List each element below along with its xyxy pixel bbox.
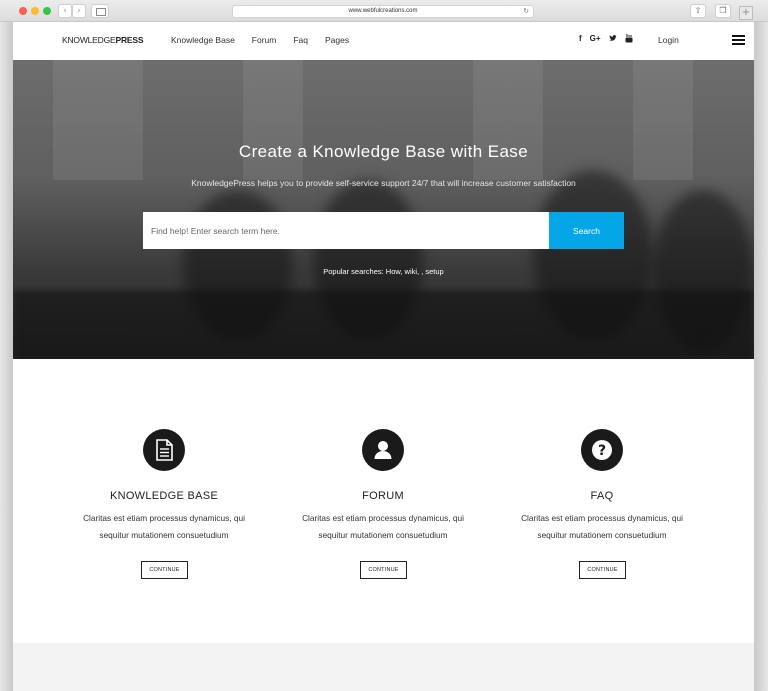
logo-text-bold: PRESS (115, 35, 144, 45)
hero-section: Create a Knowledge Base with Ease Knowle… (13, 60, 754, 359)
main-nav: Knowledge Base Forum Faq Pages (171, 35, 349, 45)
google-plus-icon[interactable]: G+ (590, 34, 601, 45)
feature-description-line: Claritas est etiam processus dynamicus, … (302, 513, 464, 523)
tabs-overview-icon[interactable]: ❐ (715, 4, 731, 18)
popular-searches: Popular searches: How, wiki, , setup (323, 267, 444, 276)
minimize-window-button[interactable] (31, 7, 39, 15)
sidebar-toggle-icon[interactable] (91, 4, 109, 18)
forward-icon[interactable]: › (72, 4, 86, 18)
user-icon (362, 429, 404, 471)
feature-title: KNOWLEDGE BASE (109, 490, 219, 502)
web-page: KNOWLEDGEPRESS Knowledge Base Forum Faq … (13, 22, 754, 691)
nav-item-knowledge-base[interactable]: Knowledge Base (171, 35, 235, 45)
feature-title: FAQ (590, 490, 614, 502)
continue-button[interactable]: CONTINUE (141, 561, 188, 579)
window-shadow-left (0, 22, 13, 691)
background-table (13, 290, 754, 359)
question-icon: ? (581, 429, 623, 471)
hero-subtitle: KnowledgePress helps you to provide self… (191, 178, 576, 188)
feature-description-line: sequitur mutationem consuetudium (99, 530, 229, 540)
address-bar-url: www.webfulcreations.com (348, 8, 418, 14)
features-section: KNOWLEDGE BASE Claritas est etiam proces… (13, 359, 754, 643)
feature-description: Claritas est etiam processus dynamicus, … (497, 510, 707, 544)
feature-description-line: Claritas est etiam processus dynamicus, … (521, 513, 683, 523)
feature-title: FORUM (362, 490, 404, 502)
background-window (53, 60, 143, 180)
background-window (633, 60, 693, 180)
share-icon[interactable]: ⇧ (690, 4, 706, 18)
browser-toolbar: ‹ › www.webfulcreations.com ↻ ⇧ ❐ + (0, 0, 768, 22)
site-header: KNOWLEDGEPRESS Knowledge Base Forum Faq … (13, 22, 754, 60)
social-links: f G+ (579, 34, 633, 45)
login-link[interactable]: Login (658, 35, 679, 45)
logo-text-light: KNOWLEDGE (62, 35, 116, 45)
feature-description-line: Claritas est etiam processus dynamicus, … (83, 513, 245, 523)
twitter-icon[interactable] (608, 34, 617, 45)
continue-button[interactable]: CONTINUE (579, 561, 626, 579)
document-icon (143, 429, 185, 471)
nav-item-forum[interactable]: Forum (252, 35, 277, 45)
site-logo[interactable]: KNOWLEDGEPRESS (62, 35, 143, 45)
feature-description: Claritas est etiam processus dynamicus, … (278, 510, 488, 544)
back-icon[interactable]: ‹ (58, 4, 72, 18)
hamburger-menu-icon[interactable] (732, 35, 745, 45)
feature-description: Claritas est etiam processus dynamicus, … (59, 510, 269, 544)
address-bar[interactable]: www.webfulcreations.com ↻ (232, 5, 534, 18)
continue-button[interactable]: CONTINUE (360, 561, 407, 579)
search-input[interactable] (143, 212, 549, 249)
youtube-icon[interactable] (625, 34, 633, 45)
new-tab-icon[interactable]: + (739, 6, 753, 20)
reload-icon[interactable]: ↻ (523, 6, 529, 17)
facebook-icon[interactable]: f (579, 34, 582, 45)
background-window (243, 60, 303, 180)
search-button[interactable]: Search (549, 212, 624, 249)
close-window-button[interactable] (19, 7, 27, 15)
nav-item-pages[interactable]: Pages (325, 35, 349, 45)
zoom-window-button[interactable] (43, 7, 51, 15)
window-shadow-right (754, 22, 768, 691)
feature-description-line: sequitur mutationem consuetudium (537, 530, 667, 540)
hero-title: Create a Knowledge Base with Ease (238, 142, 529, 161)
background-window (473, 60, 543, 180)
feature-description-line: sequitur mutationem consuetudium (318, 530, 448, 540)
svg-text:?: ? (598, 443, 606, 459)
next-section-band (13, 643, 754, 691)
nav-item-faq[interactable]: Faq (293, 35, 308, 45)
search-form: Search (143, 212, 624, 249)
